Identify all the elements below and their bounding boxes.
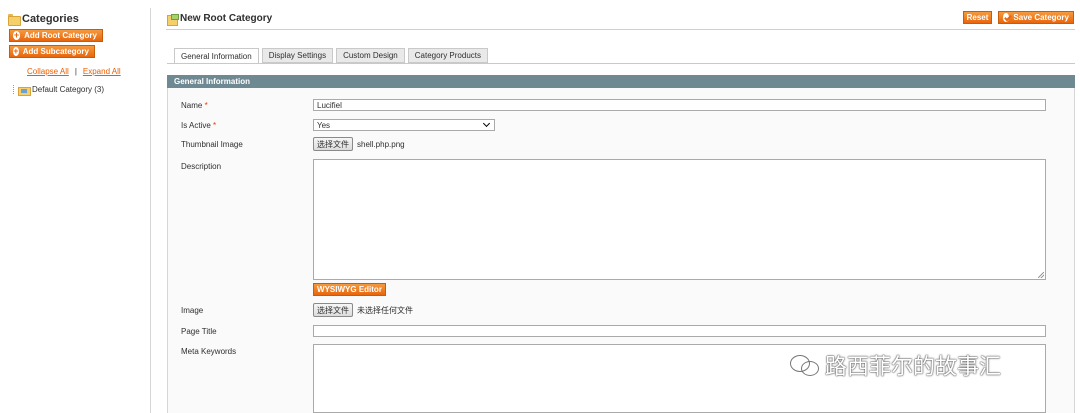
add-root-category-button[interactable]: + Add Root Category — [9, 29, 103, 42]
is-active-select[interactable]: Yes — [313, 119, 495, 131]
tree-item-label: Default Category (3) — [32, 85, 105, 94]
watermark-text: 路西菲尔的故事汇 — [825, 355, 1002, 380]
page-title-label: Page Title — [181, 327, 217, 336]
new-category-icon — [167, 13, 179, 26]
watermark: 路西菲尔的故事汇 — [790, 349, 1001, 381]
tree-item-default-category[interactable]: Default Category (3) — [18, 85, 105, 96]
header-divider — [166, 29, 1075, 30]
thumbnail-label: Thumbnail Image — [181, 140, 243, 149]
sidebar: Categories + Add Root Category + Add Sub… — [0, 0, 150, 413]
thumbnail-file-name: shell.php.png — [357, 139, 405, 149]
sidebar-title: Categories — [22, 13, 79, 25]
sidebar-divider — [150, 8, 151, 413]
collapse-all-link[interactable]: Collapse All — [27, 67, 69, 76]
resize-handle[interactable] — [1038, 272, 1044, 278]
sidebar-header: Categories — [8, 13, 79, 26]
name-label: Name * — [181, 101, 208, 110]
tab-category-products[interactable]: Category Products — [407, 48, 489, 63]
plus-icon: + — [13, 30, 21, 40]
tab-bar: General Information Display Settings Cus… — [174, 48, 489, 64]
reset-button[interactable]: Reset — [963, 11, 992, 24]
wechat-icon — [790, 353, 820, 377]
expand-all-link[interactable]: Expand All — [83, 67, 121, 76]
tab-general-information[interactable]: General Information — [174, 48, 259, 64]
is-active-label: Is Active * — [181, 121, 217, 130]
image-file-name: 未选择任何文件 — [357, 305, 413, 315]
is-active-value: Yes — [317, 120, 331, 130]
description-textarea[interactable] — [313, 159, 1046, 280]
tab-custom-design[interactable]: Custom Design — [336, 48, 405, 63]
image-file-picker: 选择文件 未选择任何文件 — [313, 303, 413, 317]
category-folder-icon — [18, 86, 31, 96]
page-title-input[interactable] — [313, 325, 1046, 337]
required-mark: * — [204, 101, 208, 110]
check-icon — [1003, 13, 1010, 22]
tree-controls: Collapse All | Expand All — [27, 67, 121, 76]
image-label: Image — [181, 306, 204, 315]
thumbnail-file-picker: 选择文件 shell.php.png — [313, 137, 405, 151]
page-header: New Root Category — [167, 13, 273, 26]
section-header: General Information — [167, 75, 1075, 88]
plus-icon: + — [13, 46, 19, 56]
thumbnail-choose-file-button[interactable]: 选择文件 — [313, 137, 353, 151]
folder-icon — [8, 14, 21, 26]
add-subcategory-button[interactable]: + Add Subcategory — [9, 45, 95, 58]
chevron-down-icon — [482, 119, 491, 128]
link-separator: | — [74, 67, 77, 76]
required-mark: * — [213, 121, 217, 130]
save-category-button[interactable]: Save Category — [998, 11, 1074, 24]
description-label: Description — [181, 162, 222, 171]
wysiwyg-editor-button[interactable]: WYSIWYG Editor — [313, 283, 386, 296]
page-title: New Root Category — [180, 13, 273, 24]
tree-connector — [13, 85, 14, 94]
name-input[interactable] — [313, 99, 1046, 111]
tab-divider — [167, 63, 1075, 64]
tab-display-settings[interactable]: Display Settings — [261, 48, 334, 63]
meta-keywords-label: Meta Keywords — [181, 347, 237, 356]
image-choose-file-button[interactable]: 选择文件 — [313, 303, 353, 317]
